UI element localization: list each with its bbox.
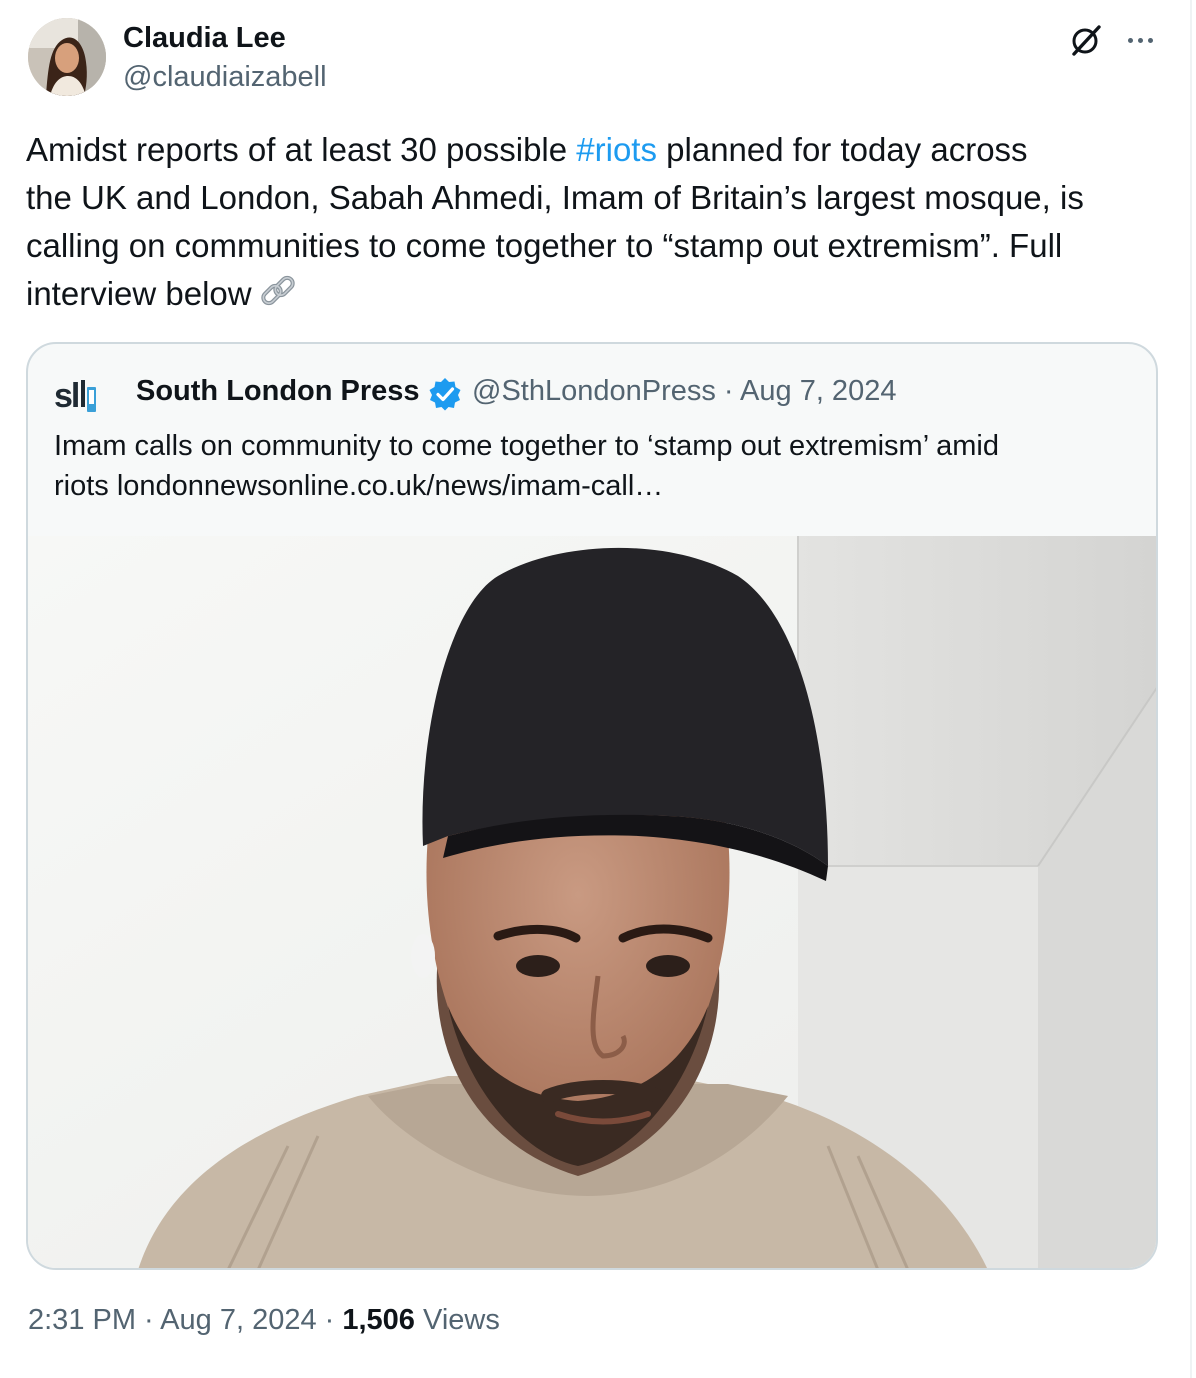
quote-line: Imam calls on community to come together… — [54, 430, 999, 462]
quote-author-name[interactable]: South London Press — [136, 375, 420, 408]
tweet-line: Amidst reports of at least 30 possible #… — [26, 126, 1166, 174]
tweet-line: the UK and London, Sabah Ahmedi, Imam of… — [26, 179, 1084, 216]
views-label: Views — [414, 1304, 500, 1336]
dot-icon — [1147, 37, 1153, 43]
author-name[interactable]: Claudia Lee — [123, 22, 286, 55]
hashtag-link[interactable]: #riots — [576, 131, 657, 168]
tweet-text: Amidst reports of at least 30 possible #… — [26, 126, 1166, 318]
svg-text:sl: sl — [54, 377, 79, 412]
quote-handle-date: @SthLondonPress · Aug 7, 2024 — [472, 375, 897, 407]
tweet-timestamp[interactable]: 2:31 PM · Aug 7, 2024 · — [28, 1304, 342, 1336]
tweet-line: calling on communities to come together … — [26, 227, 1063, 264]
link-emoji — [260, 275, 295, 306]
right-border — [1190, 0, 1192, 1378]
quote-tweet-card[interactable]: sl South London Press @SthLondonPress · … — [26, 342, 1158, 1270]
tweet-line: interview below — [26, 270, 1166, 318]
views-count: 1,506 — [342, 1304, 415, 1336]
tweet-text-segment: planned for today across — [656, 131, 1028, 168]
more-horizontal-icon[interactable] — [1122, 24, 1158, 56]
video-still-illustration — [28, 536, 1156, 1268]
avatar[interactable] — [28, 18, 106, 96]
tweet-text-segment: Amidst reports of at least 30 possible — [26, 131, 577, 168]
quote-line: riots londonnewsonline.co.uk/news/imam-c… — [54, 470, 664, 502]
author-handle[interactable]: @claudiaizabell — [123, 61, 327, 94]
grok-slash-icon[interactable] — [1068, 22, 1104, 58]
verified-badge-icon — [429, 378, 461, 411]
quote-header: sl South London Press @SthLondonPress · … — [54, 374, 1134, 414]
quote-text: Imam calls on community to come together… — [54, 426, 1134, 506]
south-london-press-logo[interactable]: sl — [54, 376, 98, 412]
tweet-footer: 2:31 PM · Aug 7, 2024 · 1,506 Views — [28, 1304, 500, 1337]
dot-icon — [1137, 37, 1143, 43]
tweet-text-segment: interview below — [26, 275, 252, 312]
tweet-header: Claudia Lee @claudiaizabell — [28, 16, 1158, 100]
quote-media-image[interactable] — [28, 536, 1156, 1268]
dot-icon — [1127, 37, 1133, 43]
